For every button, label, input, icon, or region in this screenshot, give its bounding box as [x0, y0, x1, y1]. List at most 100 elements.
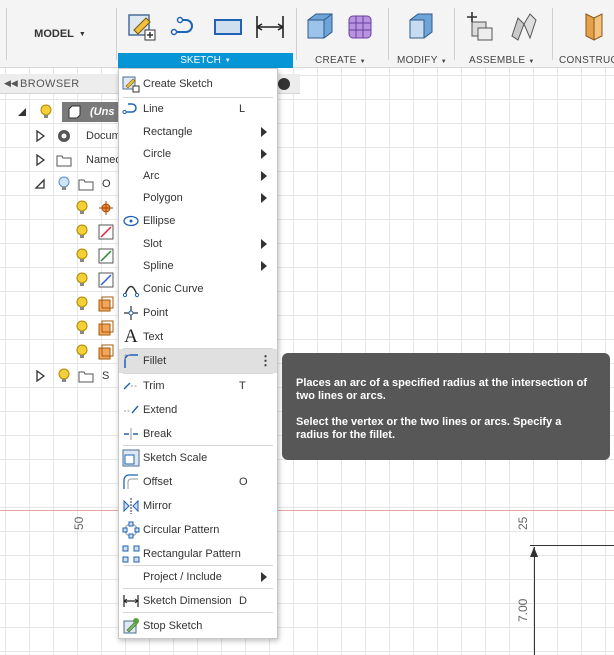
visibility-bulb-icon[interactable]: [38, 104, 54, 120]
menu-ellipse[interactable]: Ellipse: [119, 209, 277, 233]
tree-row-axis[interactable]: [74, 244, 114, 268]
menu-label: Circle: [143, 148, 172, 160]
visibility-bulb-icon[interactable]: [74, 272, 90, 288]
menu-break[interactable]: Break: [119, 422, 277, 446]
sketch-line[interactable]: [530, 545, 614, 546]
menu-fillet[interactable]: Fillet ⋮: [119, 349, 277, 373]
tree-row-origin-point[interactable]: [74, 196, 114, 220]
expand-triangle-icon[interactable]: [34, 153, 46, 167]
extrude-icon[interactable]: [302, 10, 334, 42]
visibility-bulb-icon[interactable]: [56, 368, 72, 384]
menu-shortcut: T: [239, 380, 246, 392]
create-group-menu[interactable]: CREATE ▼: [315, 55, 366, 66]
form-icon[interactable]: [344, 10, 376, 42]
modify-group-menu[interactable]: MODIFY ▼: [397, 55, 447, 66]
menu-label: Conic Curve: [143, 283, 204, 295]
menu-sketch-scale[interactable]: Sketch Scale: [119, 446, 277, 470]
circular-pattern-icon: [122, 521, 140, 539]
tree-row-root[interactable]: (Uns: [16, 100, 119, 124]
menu-mirror[interactable]: Mirror: [119, 494, 277, 518]
workspace-switcher[interactable]: MODEL ▼: [10, 6, 110, 62]
menu-label: Ellipse: [143, 215, 176, 227]
tree-row-origin[interactable]: O: [34, 172, 111, 196]
submenu-arrow-icon: [261, 261, 267, 271]
sketch-group-menu[interactable]: SKETCH ▼: [118, 53, 293, 68]
menu-conic-curve[interactable]: Conic Curve: [119, 277, 277, 301]
menu-line[interactable]: Line L: [119, 97, 277, 121]
tree-row-document-settings[interactable]: Docum: [34, 124, 121, 148]
menu-arc[interactable]: Arc: [119, 164, 277, 188]
trim-icon: [123, 382, 138, 390]
tree-row-sketches[interactable]: S: [34, 364, 109, 388]
menu-trim[interactable]: Trim T: [119, 374, 277, 398]
menu-spline[interactable]: Spline: [119, 254, 277, 278]
expand-triangle-icon[interactable]: [34, 369, 46, 383]
line-icon[interactable]: [170, 10, 202, 42]
menu-rectangle[interactable]: Rectangle: [119, 120, 277, 144]
text-icon: A: [124, 326, 138, 347]
menu-slot[interactable]: Slot: [119, 232, 277, 256]
menu-label: Text: [143, 331, 164, 343]
sketch-group-label: SKETCH: [180, 55, 221, 66]
construct-group-menu[interactable]: CONSTRUCT: [559, 55, 614, 66]
menu-text[interactable]: A Text: [119, 325, 277, 349]
menu-label: Circular Pattern: [143, 524, 220, 536]
mirror-icon: [123, 498, 139, 514]
sketch-dimension-icon: [123, 595, 139, 607]
dimension-value[interactable]: 7.00: [516, 599, 530, 622]
gear-icon: [58, 130, 70, 142]
menu-rectangular-pattern[interactable]: Rectangular Pattern: [119, 542, 277, 566]
tree-row-plane[interactable]: [74, 292, 114, 316]
sketch-dimension-icon[interactable]: [254, 10, 286, 42]
component-icon: [62, 102, 86, 122]
menu-stop-sketch[interactable]: Stop Sketch: [119, 614, 277, 638]
menu-sketch-dimension[interactable]: Sketch Dimension D: [119, 589, 277, 613]
visibility-bulb-icon[interactable]: [74, 320, 90, 336]
collapse-panel-icon[interactable]: ◀◀: [4, 78, 20, 89]
menu-circular-pattern[interactable]: Circular Pattern: [119, 518, 277, 542]
visibility-bulb-icon[interactable]: [74, 344, 90, 360]
menu-label: Sketch Scale: [143, 452, 208, 464]
tree-row-plane[interactable]: [74, 340, 114, 364]
press-pull-icon[interactable]: [404, 10, 436, 42]
collapse-triangle-icon[interactable]: [34, 177, 46, 191]
tree-row-named-views[interactable]: Named: [34, 148, 121, 172]
tooltip-instructions: Select the vertex or the two lines or ar…: [296, 416, 562, 441]
submenu-arrow-icon: [261, 239, 267, 249]
joint-icon[interactable]: [508, 10, 540, 42]
menu-shortcut: D: [239, 595, 247, 607]
visibility-bulb-icon[interactable]: [56, 176, 72, 192]
menu-label: Project / Include: [143, 571, 222, 583]
assemble-group-menu[interactable]: ASSEMBLE ▼: [469, 55, 535, 66]
visibility-bulb-icon[interactable]: [74, 224, 90, 240]
browser-options-icon[interactable]: [278, 78, 290, 90]
menu-create-sketch[interactable]: Create Sketch: [119, 72, 277, 96]
menu-project-include[interactable]: Project / Include: [119, 565, 277, 589]
visibility-bulb-icon[interactable]: [74, 296, 90, 312]
offset-plane-icon[interactable]: [578, 10, 610, 42]
offset-icon: [123, 474, 138, 489]
expand-triangle-icon[interactable]: [34, 129, 46, 143]
menu-circle[interactable]: Circle: [119, 142, 277, 166]
origin-point-icon: [99, 201, 113, 215]
new-component-icon[interactable]: [464, 10, 496, 42]
visibility-bulb-icon[interactable]: [74, 200, 90, 216]
create-group-label: CREATE: [315, 55, 357, 66]
create-sketch-icon[interactable]: [126, 10, 158, 42]
menu-extend[interactable]: Extend: [119, 398, 277, 422]
menu-label: Line: [143, 103, 164, 115]
menu-label: Rectangle: [143, 126, 193, 138]
more-options-icon[interactable]: ⋮: [259, 353, 272, 369]
tree-row-plane[interactable]: [74, 316, 114, 340]
visibility-bulb-icon[interactable]: [74, 248, 90, 264]
tree-label: Named: [86, 154, 122, 166]
fillet-icon: [124, 354, 138, 368]
tree-row-axis[interactable]: [74, 268, 114, 292]
menu-shortcut: O: [239, 476, 248, 488]
rectangle-icon[interactable]: [212, 10, 244, 42]
collapse-triangle-icon[interactable]: [16, 105, 28, 119]
menu-offset[interactable]: Offset O: [119, 470, 277, 494]
menu-polygon[interactable]: Polygon: [119, 186, 277, 210]
menu-point[interactable]: Point: [119, 301, 277, 325]
tree-row-axis[interactable]: [74, 220, 114, 244]
